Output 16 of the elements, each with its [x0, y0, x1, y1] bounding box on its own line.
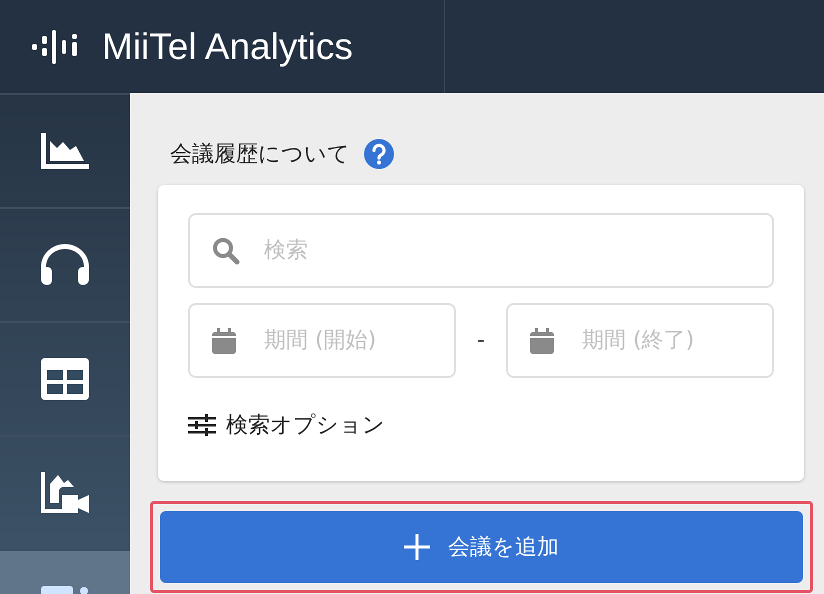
app-title: MiiTel Analytics — [102, 26, 353, 68]
help-icon[interactable] — [364, 139, 394, 169]
search-field[interactable]: 検索 — [188, 213, 774, 288]
chart-video-icon — [41, 472, 89, 514]
section-title: 会議履歴について — [170, 141, 350, 169]
add-meeting-button[interactable]: 会議を追加 — [160, 511, 803, 583]
plus-icon — [404, 534, 430, 560]
end-date-field[interactable]: 期間 (終了) — [506, 303, 774, 378]
area-chart-icon — [41, 133, 89, 169]
search-options-button[interactable]: 検索オプション — [188, 410, 385, 440]
start-date-field[interactable]: 期間 (開始) — [188, 303, 456, 378]
headphones-icon — [41, 244, 89, 286]
table-icon — [41, 358, 89, 400]
sliders-icon — [188, 413, 216, 437]
range-separator: - — [476, 328, 486, 353]
sidebar-icon — [41, 584, 89, 594]
